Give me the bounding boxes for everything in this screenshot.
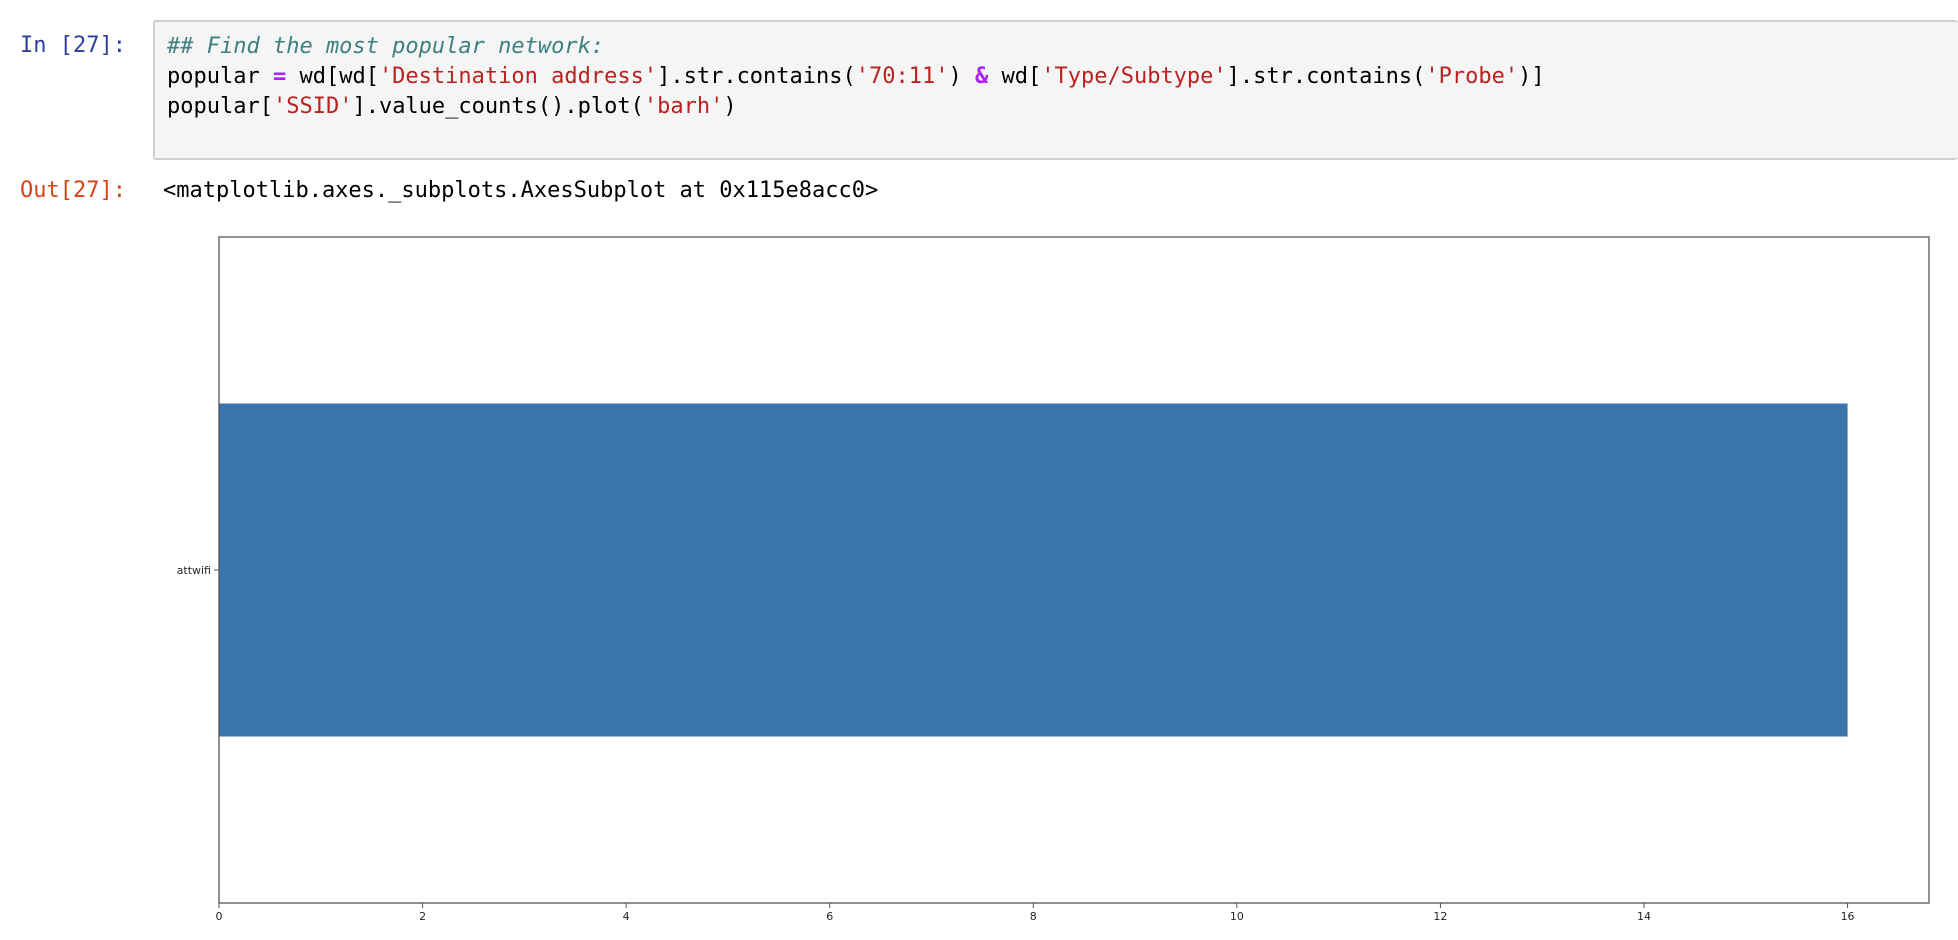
y-tick-label: attwifi xyxy=(177,564,211,577)
x-tick-label: 10 xyxy=(1230,910,1244,923)
bar-attwifi xyxy=(219,403,1848,737)
x-tick-label: 2 xyxy=(419,910,426,923)
x-tick-label: 0 xyxy=(216,910,223,923)
x-tick-label: 16 xyxy=(1841,910,1855,923)
x-tick-label: 6 xyxy=(826,910,833,923)
x-tick-label: 4 xyxy=(623,910,630,923)
x-tick-label: 8 xyxy=(1030,910,1037,923)
barh-chart: 0 2 4 6 8 10 12 14 16 attwifi xyxy=(177,236,1930,923)
x-tick-label: 12 xyxy=(1433,910,1447,923)
x-tick-label: 14 xyxy=(1637,910,1651,923)
